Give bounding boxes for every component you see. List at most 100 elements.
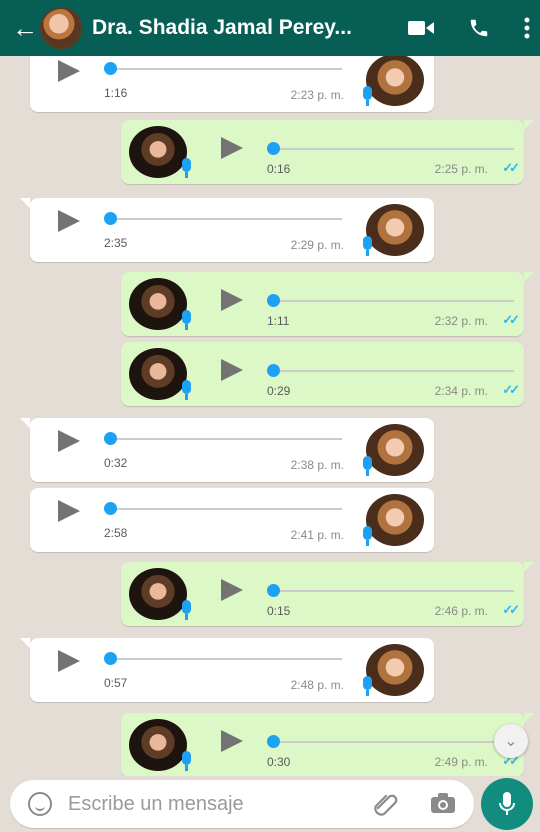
audio-scrubber-handle[interactable] <box>267 735 280 748</box>
voice-message-outgoing: 0:30 2:49 p. m. ✓✓ <box>121 713 534 776</box>
message-composer[interactable]: Escribe un mensaje <box>10 780 474 828</box>
voice-message-outgoing: 1:11 2:32 p. m. ✓✓ <box>121 272 534 336</box>
message-timestamp: 2:41 p. m. <box>290 528 344 542</box>
contact-avatar[interactable] <box>40 7 82 49</box>
microphone-icon <box>499 792 515 815</box>
message-timestamp: 2:23 p. m. <box>290 88 344 102</box>
play-icon[interactable] <box>58 500 80 522</box>
sender-avatar <box>129 126 187 178</box>
attach-icon[interactable] <box>372 792 400 816</box>
audio-progress-track[interactable] <box>110 658 342 660</box>
sender-avatar <box>129 719 187 771</box>
play-icon[interactable] <box>221 579 243 601</box>
voice-duration: 2:58 <box>104 526 128 540</box>
voice-duration: 0:30 <box>267 755 291 769</box>
voice-record-button[interactable] <box>481 778 533 830</box>
mic-icon <box>182 310 191 330</box>
play-icon[interactable] <box>221 359 243 381</box>
voice-duration: 0:29 <box>267 384 291 398</box>
voice-duration: 1:11 <box>267 314 290 328</box>
sender-avatar <box>366 424 424 476</box>
message-timestamp: 2:29 p. m. <box>290 238 344 252</box>
audio-progress-track[interactable] <box>110 508 342 510</box>
read-receipt-icon: ✓✓ <box>502 602 520 617</box>
video-call-icon[interactable] <box>408 20 434 36</box>
message-timestamp: 2:49 p. m. <box>434 755 488 769</box>
read-receipt-icon: ✓✓ <box>502 160 520 175</box>
play-icon[interactable] <box>221 730 243 752</box>
play-icon[interactable] <box>58 430 80 452</box>
sender-avatar <box>366 644 424 696</box>
sender-avatar <box>129 348 187 400</box>
message-timestamp: 2:48 p. m. <box>290 678 344 692</box>
voice-message-incoming: 1:16 2:23 p. m. <box>30 56 434 112</box>
voice-message-outgoing: 0:15 2:46 p. m. ✓✓ <box>121 562 534 626</box>
sender-avatar <box>129 278 187 330</box>
audio-scrubber-handle[interactable] <box>104 502 117 515</box>
voice-duration: 0:57 <box>104 676 128 690</box>
play-icon[interactable] <box>58 60 80 82</box>
voice-message-incoming: 0:57 2:48 p. m. <box>20 638 434 702</box>
mic-icon <box>363 236 372 256</box>
contact-name[interactable]: Dra. Shadia Jamal Perey... <box>92 16 382 40</box>
audio-progress-track[interactable] <box>271 590 514 592</box>
message-timestamp: 2:32 p. m. <box>434 314 488 328</box>
play-icon[interactable] <box>221 289 243 311</box>
audio-progress-track[interactable] <box>110 438 342 440</box>
more-options-icon[interactable] <box>524 17 530 39</box>
emoji-icon[interactable] <box>28 792 52 816</box>
voice-message-incoming: 0:32 2:38 p. m. <box>20 418 434 482</box>
scroll-to-bottom-button[interactable]: ⌄ <box>494 724 528 758</box>
voice-duration: 2:35 <box>104 236 128 250</box>
sender-avatar <box>366 56 424 106</box>
audio-progress-track[interactable] <box>110 218 342 220</box>
audio-progress-track[interactable] <box>271 300 514 302</box>
play-icon[interactable] <box>58 650 80 672</box>
play-icon[interactable] <box>58 210 80 232</box>
audio-scrubber-handle[interactable] <box>267 294 280 307</box>
voice-message-incoming: 2:35 2:29 p. m. <box>20 198 434 262</box>
play-icon[interactable] <box>221 137 243 159</box>
voice-duration: 1:16 <box>104 86 128 100</box>
sender-avatar <box>366 494 424 546</box>
mic-icon <box>182 751 191 771</box>
message-input[interactable]: Escribe un mensaje <box>68 793 244 816</box>
audio-scrubber-handle[interactable] <box>104 212 117 225</box>
audio-progress-track[interactable] <box>271 741 514 743</box>
voice-duration: 0:16 <box>267 162 291 176</box>
sender-avatar <box>129 568 187 620</box>
audio-progress-track[interactable] <box>110 68 342 70</box>
sender-avatar <box>366 204 424 256</box>
mic-icon <box>363 86 372 106</box>
audio-scrubber-handle[interactable] <box>104 432 117 445</box>
mic-icon <box>363 456 372 476</box>
double-chevron-down-icon: ⌄ <box>504 733 518 750</box>
camera-icon[interactable] <box>430 792 456 814</box>
voice-message-incoming: 2:58 2:41 p. m. <box>30 488 434 552</box>
audio-scrubber-handle[interactable] <box>267 364 280 377</box>
message-timestamp: 2:34 p. m. <box>434 384 488 398</box>
voice-duration: 0:15 <box>267 604 291 618</box>
audio-scrubber-handle[interactable] <box>267 584 280 597</box>
message-timestamp: 2:25 p. m. <box>434 162 488 176</box>
voice-message-outgoing: 0:16 2:25 p. m. ✓✓ <box>121 120 534 184</box>
chat-header: ← Dra. Shadia Jamal Perey... <box>0 0 540 56</box>
mic-icon <box>182 380 191 400</box>
audio-scrubber-handle[interactable] <box>104 62 117 75</box>
phone-icon[interactable] <box>468 17 490 39</box>
audio-progress-track[interactable] <box>271 148 514 150</box>
mic-icon <box>363 676 372 696</box>
message-timestamp: 2:38 p. m. <box>290 458 344 472</box>
audio-progress-track[interactable] <box>271 370 514 372</box>
chat-messages-area[interactable]: 1:16 2:23 p. m. 0:16 2:25 p. m. ✓✓ 2:35 … <box>0 56 540 776</box>
mic-icon <box>182 158 191 178</box>
voice-duration: 0:32 <box>104 456 128 470</box>
mic-icon <box>182 600 191 620</box>
read-receipt-icon: ✓✓ <box>502 382 520 397</box>
mic-icon <box>363 526 372 546</box>
audio-scrubber-handle[interactable] <box>267 142 280 155</box>
audio-scrubber-handle[interactable] <box>104 652 117 665</box>
message-timestamp: 2:46 p. m. <box>434 604 488 618</box>
back-arrow-icon[interactable]: ← <box>12 15 38 41</box>
voice-message-outgoing: 0:29 2:34 p. m. ✓✓ <box>121 342 524 406</box>
